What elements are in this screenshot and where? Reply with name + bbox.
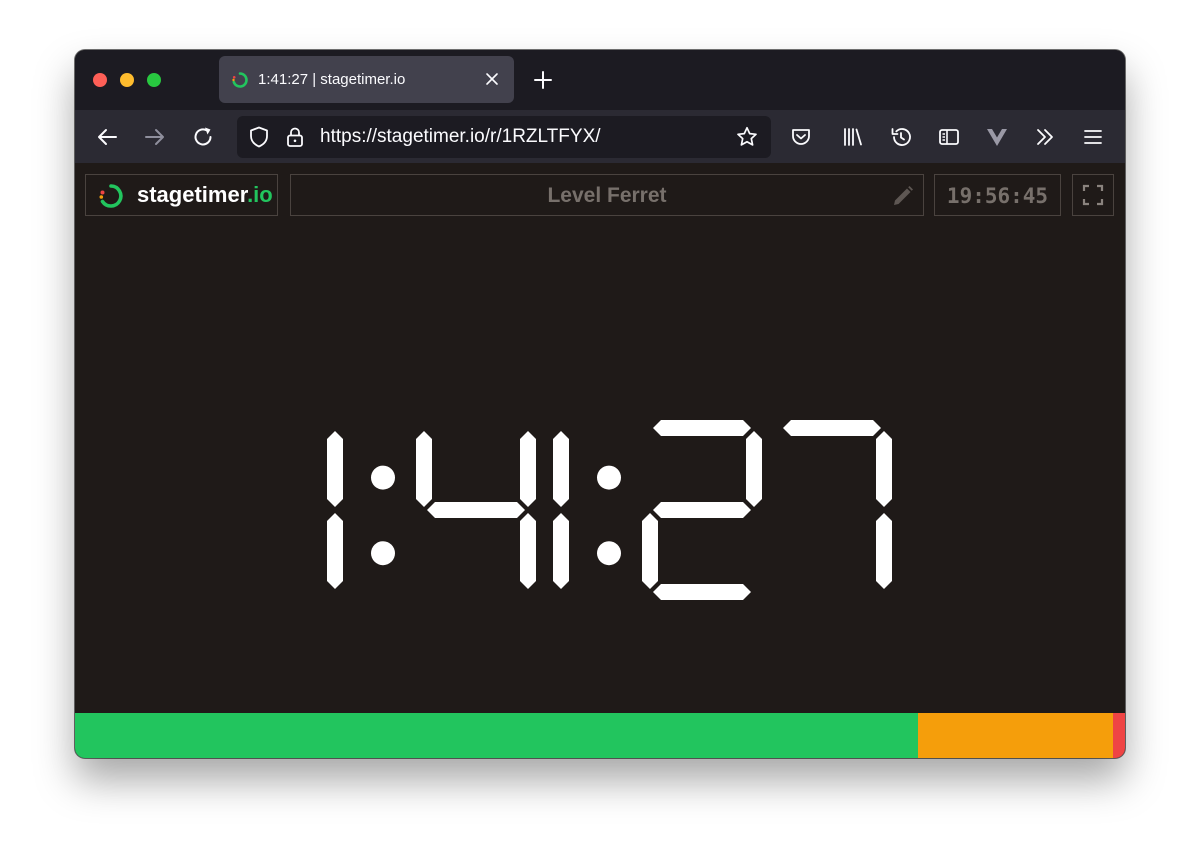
shield-icon[interactable] [247, 125, 271, 149]
countdown-digit-2 [553, 431, 569, 589]
progress-segment-yellow [918, 713, 1114, 758]
url-text[interactable]: https://stagetimer.io/r/1RZLTFYX/ [320, 126, 601, 148]
pocket-icon[interactable] [789, 125, 813, 149]
digit-segment [416, 431, 432, 507]
close-tab-icon[interactable] [484, 71, 500, 87]
vue-devtools-icon[interactable] [985, 125, 1009, 149]
forward-arrow-icon[interactable] [143, 125, 167, 149]
lock-icon[interactable] [283, 125, 307, 149]
digit-segment [653, 420, 751, 436]
browser-tab[interactable]: 1:41:27 | stagetimer.io [219, 56, 514, 103]
digit-segment [876, 431, 892, 507]
url-bar[interactable]: https://stagetimer.io/r/1RZLTFYX/ [237, 116, 771, 158]
digit-segment [653, 584, 751, 600]
library-icon[interactable] [841, 125, 865, 149]
digit-segment [427, 502, 525, 518]
digit-segment [327, 431, 343, 507]
reload-icon[interactable] [191, 125, 215, 149]
digit-segment [520, 513, 536, 589]
countdown-digit-1 [416, 431, 536, 589]
browser-window: 1:41:27 | stagetimer.io https://stagetim… [75, 50, 1125, 758]
progress-bar [75, 713, 1125, 758]
tab-bar: 1:41:27 | stagetimer.io [75, 50, 1125, 110]
back-arrow-icon[interactable] [95, 125, 119, 149]
navigation-toolbar: https://stagetimer.io/r/1RZLTFYX/ [75, 110, 1125, 163]
countdown-digit-0 [327, 431, 343, 589]
progress-segment-red [1113, 713, 1125, 758]
digit-segment [653, 502, 751, 518]
digit-segment [553, 431, 569, 507]
digit-segment [642, 513, 658, 589]
history-icon[interactable] [889, 125, 913, 149]
countdown-digit-4 [783, 420, 892, 589]
progress-segment-green [75, 713, 919, 758]
hamburger-menu-icon[interactable] [1081, 125, 1105, 149]
colon-dot [597, 465, 621, 490]
new-tab-icon[interactable] [533, 70, 553, 90]
colon-dot [597, 541, 621, 566]
countdown-display [327, 420, 892, 600]
sidebar-icon[interactable] [937, 125, 961, 149]
stagetimer-page: stagetimer.io Level Ferret 19:56:45 [75, 163, 1125, 758]
close-window-button[interactable] [93, 73, 107, 87]
star-icon[interactable] [735, 125, 759, 149]
digit-segment [876, 513, 892, 589]
colon-dot [371, 465, 395, 490]
minimize-window-button[interactable] [120, 73, 134, 87]
overflow-chevrons-icon[interactable] [1033, 125, 1057, 149]
digit-segment [520, 431, 536, 507]
digit-segment [553, 513, 569, 589]
countdown-digit-3 [642, 420, 762, 600]
digit-segment [746, 431, 762, 507]
digit-segment [327, 513, 343, 589]
digit-segment [783, 420, 881, 436]
stagetimer-favicon-icon [232, 72, 248, 88]
colon-dot [371, 541, 395, 566]
zoom-window-button[interactable] [147, 73, 161, 87]
tab-title: 1:41:27 | stagetimer.io [258, 71, 406, 88]
